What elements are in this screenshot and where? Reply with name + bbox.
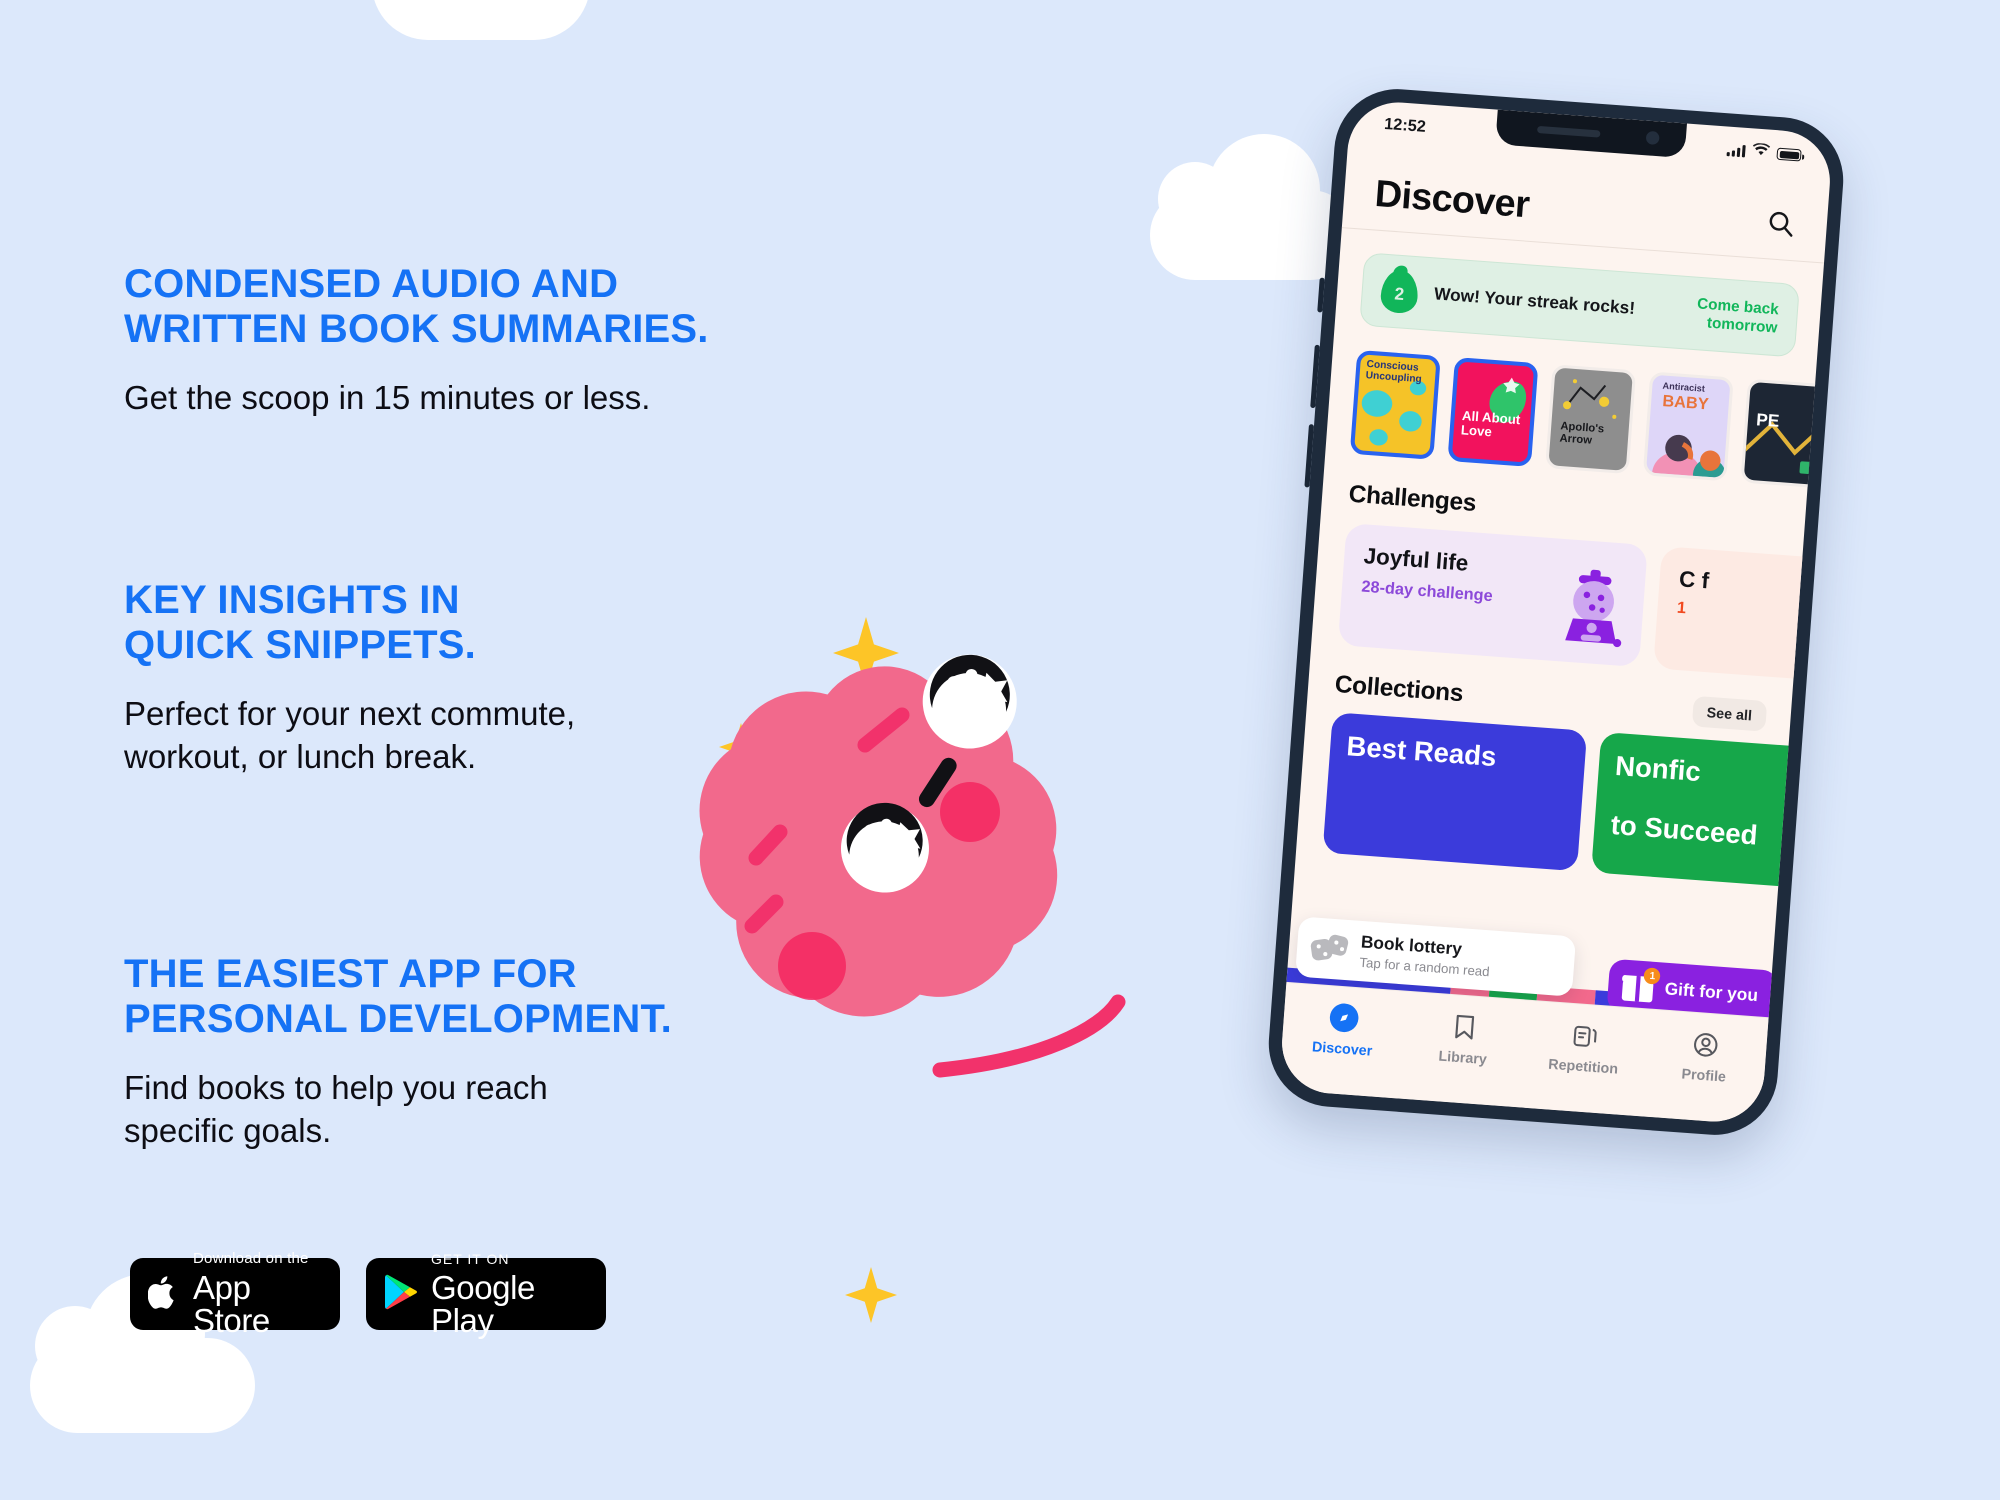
store-badges: Download on the App Store GET IT ON Goog…: [130, 1251, 606, 1337]
google-play-big-label: Google Play: [431, 1268, 536, 1339]
wifi-icon: [1752, 142, 1771, 163]
cards-icon: [1570, 1020, 1601, 1051]
marketing-heading: CONDENSED AUDIO AND WRITTEN BOOK SUMMARI…: [124, 262, 709, 351]
marketing-block-1: CONDENSED AUDIO AND WRITTEN BOOK SUMMARI…: [124, 262, 709, 419]
tab-label: Discover: [1311, 1038, 1373, 1059]
book-title-secondary: BABY: [1661, 392, 1710, 414]
flame-icon: 2: [1379, 268, 1420, 315]
volume-down-button[interactable]: [1304, 424, 1315, 488]
cellular-signal-icon: [1726, 144, 1746, 158]
challenge-card[interactable]: C f 1: [1653, 546, 1825, 681]
page-title: Discover: [1373, 172, 1531, 226]
phone-mockup: 12:52 Discover 2 Wow! Your streak rocks!…: [1264, 84, 1848, 1140]
status-time: 12:52: [1383, 115, 1427, 137]
streak-cta: Come back tomorrow: [1696, 294, 1780, 337]
book-cover[interactable]: PE: [1740, 378, 1832, 489]
volume-up-button[interactable]: [1310, 344, 1320, 409]
cloud-bottom-left: [30, 1274, 255, 1433]
collection-subtitle: to Succeed: [1609, 809, 1759, 851]
person-circle-icon: [1691, 1029, 1722, 1060]
marketing-heading: KEY INSIGHTS IN QUICK SNIPPETS.: [124, 578, 476, 667]
google-play-small-label: GET IT ON: [431, 1250, 510, 1267]
collection-title: Nonfic: [1614, 750, 1702, 788]
book-lottery-subtitle: Tap for a random read: [1358, 954, 1491, 980]
marketing-subtext: Get the scoop in 15 minutes or less.: [124, 378, 651, 416]
collection-card[interactable]: Best Reads: [1322, 712, 1588, 872]
tab-library[interactable]: Library: [1402, 1008, 1526, 1070]
collection-card[interactable]: Nonfic to Succeed: [1591, 731, 1834, 891]
marketing-heading: THE EASIEST APP FOR PERSONAL DEVELOPMENT…: [124, 952, 672, 1041]
marketing-block-3: THE EASIEST APP FOR PERSONAL DEVELOPMENT…: [124, 952, 672, 1153]
streak-count: 2: [1393, 283, 1405, 304]
tab-label: Library: [1437, 1047, 1488, 1068]
tab-repetition[interactable]: Repetition: [1522, 1017, 1646, 1079]
search-icon[interactable]: [1762, 205, 1799, 242]
see-all-button[interactable]: See all: [1691, 695, 1768, 732]
dice-icon: [1310, 932, 1350, 965]
tab-label: Repetition: [1547, 1055, 1619, 1077]
book-cover[interactable]: All About Love: [1447, 357, 1539, 467]
google-play-icon: [384, 1273, 418, 1316]
apple-icon: [147, 1273, 180, 1316]
phone-frame: 12:52 Discover 2 Wow! Your streak rocks!…: [1264, 84, 1848, 1140]
book-title: All About Love: [1460, 407, 1521, 440]
phone-screen: 12:52 Discover 2 Wow! Your streak rocks!…: [1278, 98, 1834, 1126]
gumball-machine-icon: [1558, 567, 1627, 654]
tab-label: Profile: [1681, 1065, 1727, 1085]
app-store-button[interactable]: Download on the App Store: [130, 1251, 340, 1337]
front-camera: [1645, 130, 1660, 145]
book-title: Apollo's Arrow: [1559, 420, 1605, 447]
battery-full-icon: [1776, 147, 1802, 162]
earpiece-speaker: [1536, 125, 1601, 138]
challenge-subtitle: 1: [1676, 599, 1687, 618]
app-store-small-label: Download on the: [193, 1250, 309, 1267]
mute-switch[interactable]: [1317, 277, 1325, 313]
app-store-big-label: App Store: [193, 1269, 270, 1339]
tab-profile[interactable]: Profile: [1643, 1026, 1767, 1088]
challenge-title: C f: [1678, 565, 1710, 594]
compass-icon: [1329, 1002, 1360, 1034]
gift-badge: 1: [1643, 967, 1662, 985]
cloud-top: [372, 0, 590, 40]
streak-message: Wow! Your streak rocks!: [1433, 284, 1636, 319]
book-cover[interactable]: Antiracist BABY: [1642, 371, 1734, 482]
sparkle-icon: [845, 1267, 897, 1323]
marketing-subtext: Perfect for your next commute, workout, …: [124, 694, 576, 776]
book-cover[interactable]: Apollo's Arrow: [1545, 364, 1637, 475]
gift-label: Gift for you: [1664, 979, 1759, 1006]
marketing-block-2: KEY INSIGHTS IN QUICK SNIPPETS. Perfect …: [124, 578, 575, 779]
collection-title: Best Reads: [1345, 730, 1498, 773]
book-title: PE: [1755, 409, 1781, 431]
tab-discover[interactable]: Discover: [1281, 999, 1405, 1061]
pink-brain-mascot: [640, 640, 1200, 1260]
book-cover[interactable]: Conscious Uncoupling: [1349, 349, 1441, 460]
google-play-button[interactable]: GET IT ON Google Play: [366, 1252, 606, 1337]
bookmark-icon: [1450, 1011, 1481, 1042]
marketing-subtext: Find books to help you reach specific go…: [124, 1068, 548, 1150]
book-title: Conscious Uncoupling: [1365, 358, 1423, 385]
cloud-right-upper: [1150, 134, 1355, 280]
gift-icon: 1: [1621, 967, 1662, 1003]
challenge-card[interactable]: Joyful life 28-day challenge: [1337, 522, 1648, 668]
